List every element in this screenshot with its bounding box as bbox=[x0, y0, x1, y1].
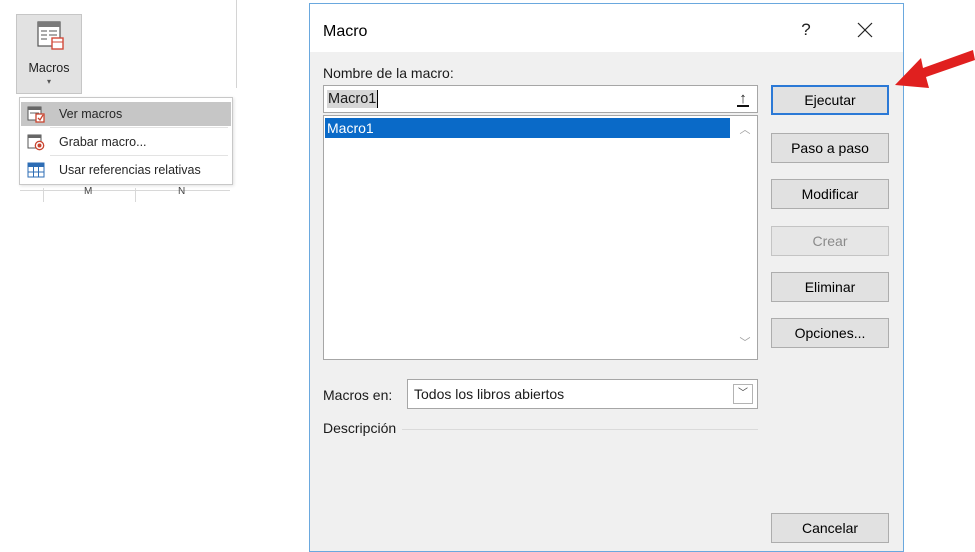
menu-item-record-macro[interactable]: Grabar macro... bbox=[21, 130, 231, 154]
macro-dialog: Macro ? Nombre de la macro: Macro1 ↑ Mac… bbox=[309, 3, 904, 552]
dialog-titlebar: Macro ? bbox=[310, 4, 903, 52]
chevron-up-icon[interactable]: ︿ bbox=[739, 125, 751, 136]
collapse-dialog-button[interactable]: ↑ bbox=[732, 89, 754, 109]
menu-item-label: Usar referencias relativas bbox=[59, 163, 201, 177]
dialog-title: Macro bbox=[323, 23, 368, 40]
sheet-gridline bbox=[43, 188, 44, 202]
options-button[interactable]: Opciones... bbox=[771, 318, 889, 348]
delete-button[interactable]: Eliminar bbox=[771, 272, 889, 302]
macros-in-select[interactable]: Todos los libros abiertos ﹀ bbox=[407, 379, 758, 409]
ribbon-separator bbox=[236, 0, 237, 88]
menu-item-relative-references[interactable]: Usar referencias relativas bbox=[21, 158, 231, 182]
step-into-button[interactable]: Paso a paso bbox=[771, 133, 889, 163]
view-macros-icon bbox=[27, 105, 45, 123]
macros-button-label: Macros bbox=[28, 61, 70, 75]
help-button[interactable]: ? bbox=[792, 16, 820, 44]
chevron-down-icon: ▾ bbox=[46, 77, 51, 86]
sheet-gridline bbox=[135, 188, 136, 202]
macros-ribbon-button[interactable]: Macros ▾ bbox=[16, 14, 82, 94]
close-icon bbox=[857, 22, 873, 38]
menu-item-label: Ver macros bbox=[59, 107, 123, 121]
chevron-down-icon[interactable]: ﹀ bbox=[739, 338, 751, 349]
menu-item-view-macros[interactable]: Ver macros bbox=[21, 102, 231, 126]
macros-dropdown-menu: Ver macros Grabar macro... Usar referenc… bbox=[19, 97, 233, 185]
macro-name-label: Nombre de la macro: bbox=[323, 65, 454, 81]
menu-item-label: Grabar macro... bbox=[59, 135, 147, 149]
relative-references-icon bbox=[27, 161, 45, 179]
column-header-n[interactable]: N bbox=[178, 186, 185, 197]
description-label: Descripción bbox=[323, 420, 403, 436]
menu-divider bbox=[50, 155, 228, 156]
sheet-gridline bbox=[20, 190, 230, 191]
create-button: Crear bbox=[771, 226, 889, 256]
annotation-arrow-icon bbox=[895, 50, 975, 88]
macro-name-value: Macro1 bbox=[327, 90, 379, 108]
cancel-button[interactable]: Cancelar bbox=[771, 513, 889, 543]
chevron-down-icon[interactable]: ﹀ bbox=[733, 384, 753, 404]
macros-in-label: Macros en: bbox=[323, 387, 393, 403]
macros-icon bbox=[37, 21, 65, 51]
macro-list[interactable]: Macro1 ︿ ﹀ bbox=[323, 115, 758, 360]
run-button[interactable]: Ejecutar bbox=[771, 85, 889, 115]
arrow-up-icon: ↑ bbox=[739, 90, 747, 107]
macros-in-value: Todos los libros abiertos bbox=[414, 386, 565, 402]
column-header-m[interactable]: M bbox=[84, 186, 92, 197]
list-item[interactable]: Macro1 bbox=[325, 118, 730, 138]
record-macro-icon bbox=[27, 133, 45, 151]
close-button[interactable] bbox=[850, 16, 880, 44]
list-scrollbar[interactable]: ︿ ﹀ bbox=[733, 116, 757, 359]
menu-divider bbox=[50, 127, 228, 128]
edit-button[interactable]: Modificar bbox=[771, 179, 889, 209]
macro-name-input[interactable]: Macro1 ↑ bbox=[323, 85, 758, 113]
